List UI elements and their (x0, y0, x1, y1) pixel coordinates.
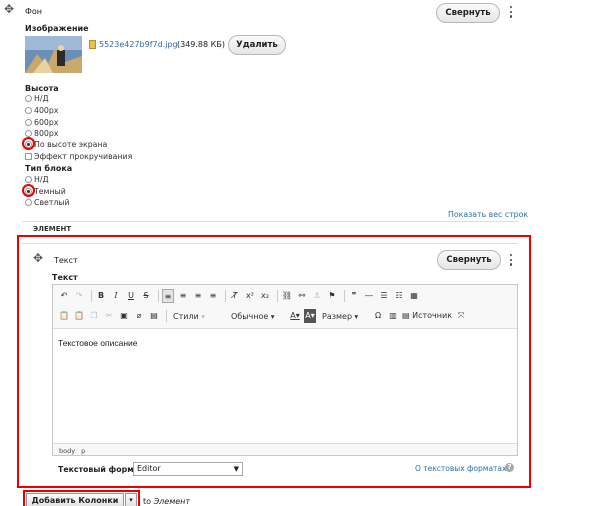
redo-icon[interactable]: ↷ (73, 289, 85, 303)
horizontal-rule-icon[interactable]: ― (363, 289, 375, 303)
editor-content-area[interactable]: Текстовое описание (53, 328, 517, 444)
attachment-icon[interactable]: ⌀ (133, 309, 145, 323)
templates-icon[interactable]: ▥ (387, 309, 399, 323)
background-color-icon[interactable]: A▾ (304, 309, 316, 323)
maximize-icon[interactable]: ⤧ (455, 309, 467, 323)
align-center-icon[interactable]: ≡ (177, 289, 189, 303)
chevron-down-icon[interactable]: ▾ (125, 493, 137, 506)
file-size: (349.88 КБ) (177, 40, 225, 49)
editor-text: Текстовое описание (58, 338, 138, 348)
italic-icon[interactable]: I (110, 289, 122, 303)
drag-handle-icon[interactable]: ✥ (33, 252, 43, 264)
divider (22, 221, 518, 222)
block-type-label: Тип блока (25, 164, 73, 173)
element-path: body p (59, 447, 85, 455)
collapse-background-button[interactable]: Свернуть (436, 3, 500, 23)
text-color-icon[interactable]: A▾ (289, 309, 301, 323)
more-options-icon[interactable] (509, 6, 513, 20)
chevron-down-icon: ▼ (233, 465, 239, 473)
image-thumbnail (25, 36, 82, 73)
block-type-light[interactable]: Светлый (25, 198, 70, 208)
height-option-screen[interactable]: По высоте экрана (25, 140, 107, 150)
align-justify-icon[interactable]: ≡ (207, 289, 219, 303)
radio-icon (25, 176, 32, 183)
text-field-label: Текст (52, 273, 78, 282)
paste-icon[interactable]: 📋 (58, 309, 70, 323)
editor-toolbar-row-2: 📋 📋 ❐ ✂ ▣ ⌀ ▤ Стили ▾ Обычное ▾ A▾ A▾ Ра… (58, 308, 470, 324)
table-icon[interactable]: ▦ (408, 289, 420, 303)
height-label: Высота (25, 84, 59, 93)
element-column-header: ЭЛЕМЕНТ (33, 225, 72, 233)
format-dropdown[interactable]: Обычное ▾ (228, 309, 286, 323)
paste-word-icon[interactable]: ▣ (118, 309, 130, 323)
blockquote-icon[interactable]: ❞ (348, 289, 360, 303)
highlight-circle (22, 184, 35, 197)
radio-icon (25, 119, 32, 126)
bulleted-list-icon[interactable]: ☰ (378, 289, 390, 303)
height-option-400[interactable]: 400px (25, 106, 58, 116)
checkbox-icon (25, 153, 32, 160)
highlight-circle (22, 137, 35, 150)
subscript-icon[interactable]: x₂ (259, 289, 271, 303)
target-label: to Элемент (143, 497, 191, 506)
drag-handle-icon[interactable]: ✥ (4, 3, 14, 15)
file-icon (89, 40, 96, 49)
undo-icon[interactable]: ↶ (58, 289, 70, 303)
more-options-icon[interactable] (509, 254, 513, 268)
height-option-600[interactable]: 600px (25, 118, 58, 128)
numbered-list-icon[interactable]: ☷ (393, 289, 405, 303)
text-format-select[interactable]: Editor ▼ (133, 462, 243, 476)
add-columns-button[interactable]: Добавить Колонки (26, 493, 124, 506)
radio-icon (25, 199, 32, 206)
divider (22, 243, 518, 244)
path-p[interactable]: p (81, 447, 85, 455)
styles-dropdown[interactable]: Стили ▾ (170, 309, 225, 323)
image-icon[interactable]: ▤ (148, 309, 160, 323)
delete-image-button[interactable]: Удалить (228, 35, 286, 55)
text-format-label: Текстовый формат (58, 465, 144, 474)
strikethrough-icon[interactable]: S (140, 289, 152, 303)
path-body[interactable]: body (59, 447, 75, 455)
remove-format-icon[interactable]: T̸ (229, 289, 241, 303)
radio-icon (25, 130, 32, 137)
copy-icon[interactable]: ❐ (88, 309, 100, 323)
scroll-effect-checkbox[interactable]: Эффект прокручивания (25, 152, 132, 162)
underline-icon[interactable]: U (125, 289, 137, 303)
image-label: Изображение (25, 24, 89, 33)
bold-icon[interactable]: B (95, 289, 107, 303)
anchor-icon[interactable]: ⚓ (311, 289, 323, 303)
about-text-formats-link[interactable]: О текстовых форматах (415, 464, 506, 473)
unlink-icon[interactable]: ⚯ (296, 289, 308, 303)
text-item-title: Текст (54, 256, 78, 265)
cut-icon[interactable]: ✂ (103, 309, 115, 323)
size-dropdown[interactable]: Размер ▾ (319, 309, 369, 323)
align-left-icon[interactable]: ≡ (162, 289, 174, 303)
radio-icon (25, 107, 32, 114)
editor-toolbar-row-1: ↶ ↷ B I U S ≡ ≡ ≡ ≡ T̸ x² x₂ ⛓ ⚯ ⚓ ⚑ ❞ ―… (58, 288, 423, 304)
show-row-weights-link[interactable]: Показать вес строк (448, 210, 528, 219)
special-char-icon[interactable]: Ω (372, 309, 384, 323)
collapse-text-button[interactable]: Свернуть (437, 250, 501, 270)
paste-text-icon[interactable]: 📋 (73, 309, 85, 323)
file-link[interactable]: 5523e427b9f7d.jpg (99, 40, 178, 49)
height-option-na[interactable]: Н/Д (25, 94, 49, 104)
radio-icon (25, 95, 32, 102)
superscript-icon[interactable]: x² (244, 289, 256, 303)
align-right-icon[interactable]: ≡ (192, 289, 204, 303)
flag-icon[interactable]: ⚑ (326, 289, 338, 303)
link-icon[interactable]: ⛓ (281, 289, 293, 303)
help-icon[interactable]: ? (505, 463, 514, 472)
source-button[interactable]: ▤ Источник (402, 309, 452, 323)
background-title: Фон (25, 7, 43, 16)
